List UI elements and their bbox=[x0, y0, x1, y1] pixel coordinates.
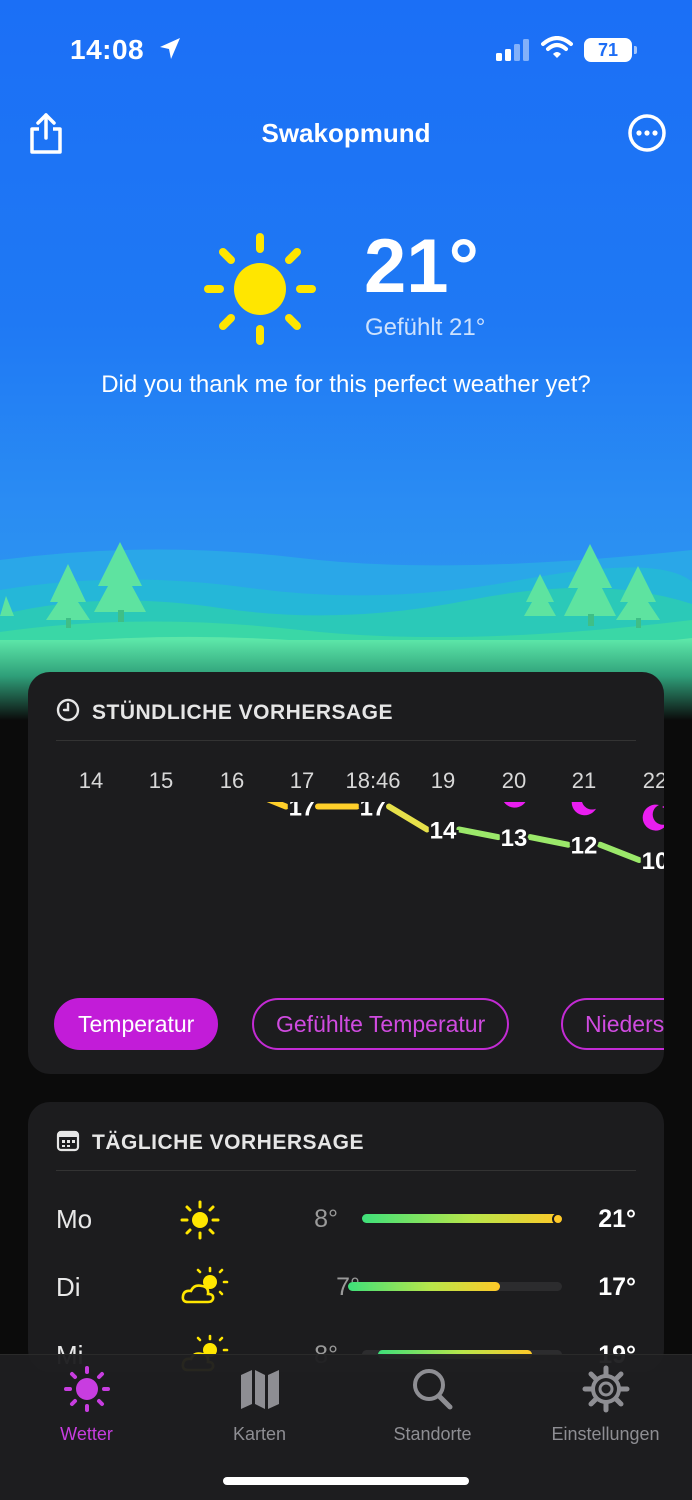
tab-einstellungen[interactable]: Einstellungen bbox=[519, 1365, 692, 1445]
map-icon bbox=[235, 1370, 285, 1417]
divider bbox=[56, 740, 636, 741]
temperature-line-segment bbox=[386, 803, 430, 833]
current-temp-dot bbox=[552, 1213, 564, 1225]
filter-gefuehlte-temperatur[interactable]: Gefühlte Temperatur bbox=[252, 998, 510, 1050]
daily-row[interactable]: Mo 8° 21° bbox=[28, 1200, 664, 1262]
temperature-line-segment bbox=[456, 826, 501, 841]
hour-temperature-label: 19 bbox=[219, 802, 246, 806]
home-indicator bbox=[223, 1477, 469, 1485]
hour-label: 22 bbox=[642, 768, 664, 793]
calendar-icon bbox=[56, 1128, 80, 1157]
location-arrow-icon bbox=[158, 36, 182, 67]
tab-wetter[interactable]: Wetter bbox=[0, 1365, 173, 1445]
hour-temperature-label: 17 bbox=[360, 802, 387, 822]
hour-label: 14 bbox=[78, 768, 104, 793]
clock-icon bbox=[56, 698, 80, 727]
hour-temperature-label: 12 bbox=[571, 833, 598, 860]
more-options-icon[interactable] bbox=[627, 113, 667, 158]
cellular-signal-icon bbox=[496, 39, 530, 66]
hour-label: 15 bbox=[148, 768, 174, 793]
search-icon bbox=[408, 1369, 458, 1417]
day-name: Di bbox=[56, 1272, 81, 1302]
hour-label: 20 bbox=[501, 768, 527, 793]
metric-filter-pills: Temperatur Gefühlte Temperatur Niedersch… bbox=[54, 998, 664, 1052]
status-time: 14:08 bbox=[70, 34, 145, 65]
partly-cloudy-icon bbox=[180, 1266, 230, 1315]
hero-section: 14:08 71 Swakopmund 21° Gefühlt 21° Did … bbox=[0, 0, 692, 720]
daily-heading: TÄGLICHE VORHERSAGE bbox=[92, 1130, 365, 1154]
moon-icon bbox=[642, 804, 664, 831]
day-high: 21° bbox=[598, 1205, 636, 1233]
filter-temperatur[interactable]: Temperatur bbox=[54, 998, 219, 1050]
temp-range-fill bbox=[362, 1214, 562, 1223]
hour-label: 16 bbox=[219, 768, 245, 793]
day-name: Mo bbox=[56, 1204, 93, 1234]
hour-label: 21 bbox=[571, 768, 597, 793]
hour-temperature-label: 14 bbox=[430, 817, 457, 844]
filter-niederschlag-label: Niederschlag bbox=[585, 1011, 664, 1037]
wifi-icon bbox=[541, 36, 573, 65]
temp-range-bar bbox=[362, 1214, 562, 1223]
battery-indicator: 71 bbox=[584, 38, 637, 62]
hour-labels: 14 15 16 17 18:46 19 20 21 22 bbox=[28, 768, 664, 798]
gear-icon bbox=[581, 1365, 631, 1417]
sun-icon bbox=[62, 1366, 112, 1417]
tab-standorte[interactable]: Standorte bbox=[346, 1365, 519, 1445]
weather-message: Did you thank me for this perfect weathe… bbox=[101, 371, 591, 398]
daily-forecast-card: TÄGLICHE VORHERSAGE Mo 8° 21° Di 7° 17° … bbox=[28, 1102, 664, 1372]
hourly-temperature-chart: 212119171714131210 bbox=[216, 802, 664, 878]
hourly-forecast-card: STÜNDLICHE VORHERSAGE 14 15 16 17 18:46 … bbox=[28, 672, 664, 1074]
hour-label: 17 bbox=[289, 768, 315, 793]
daily-row[interactable]: Di 7° 17° bbox=[28, 1266, 664, 1330]
tab-karten[interactable]: Karten bbox=[173, 1365, 346, 1445]
temperature-line-segment bbox=[266, 802, 289, 810]
moon-icon bbox=[503, 802, 526, 808]
status-bar: 14:08 71 bbox=[0, 34, 692, 70]
divider bbox=[56, 1170, 636, 1171]
hour-temperature-label: 17 bbox=[289, 802, 316, 822]
moon-icon bbox=[571, 802, 596, 816]
hourly-heading: STÜNDLICHE VORHERSAGE bbox=[92, 700, 394, 724]
hour-temperature-label: 10 bbox=[642, 848, 664, 875]
current-temperature: 21° bbox=[364, 224, 479, 309]
hour-label: 19 bbox=[430, 768, 456, 793]
sun-icon bbox=[203, 232, 317, 351]
temperature-line-segment bbox=[527, 834, 571, 848]
hour-temperature-label: 13 bbox=[501, 825, 528, 852]
day-high: 17° bbox=[598, 1273, 636, 1301]
temp-range-fill bbox=[348, 1282, 500, 1291]
city-title[interactable]: Swakopmund bbox=[0, 118, 692, 149]
tab-label: Standorte bbox=[393, 1424, 472, 1444]
tab-label: Wetter bbox=[60, 1424, 113, 1444]
tab-label: Karten bbox=[232, 1424, 287, 1444]
day-low: 8° bbox=[314, 1205, 338, 1233]
feels-like: Gefühlt 21° bbox=[365, 314, 486, 341]
filter-niederschlag[interactable]: Niederschlag bbox=[561, 998, 664, 1050]
temperature-line-segment bbox=[597, 841, 642, 863]
hour-label: 18:46 bbox=[345, 768, 401, 793]
tab-label: Einstellungen bbox=[551, 1424, 660, 1444]
temp-range-bar bbox=[348, 1282, 562, 1291]
sun-icon bbox=[178, 1198, 222, 1247]
